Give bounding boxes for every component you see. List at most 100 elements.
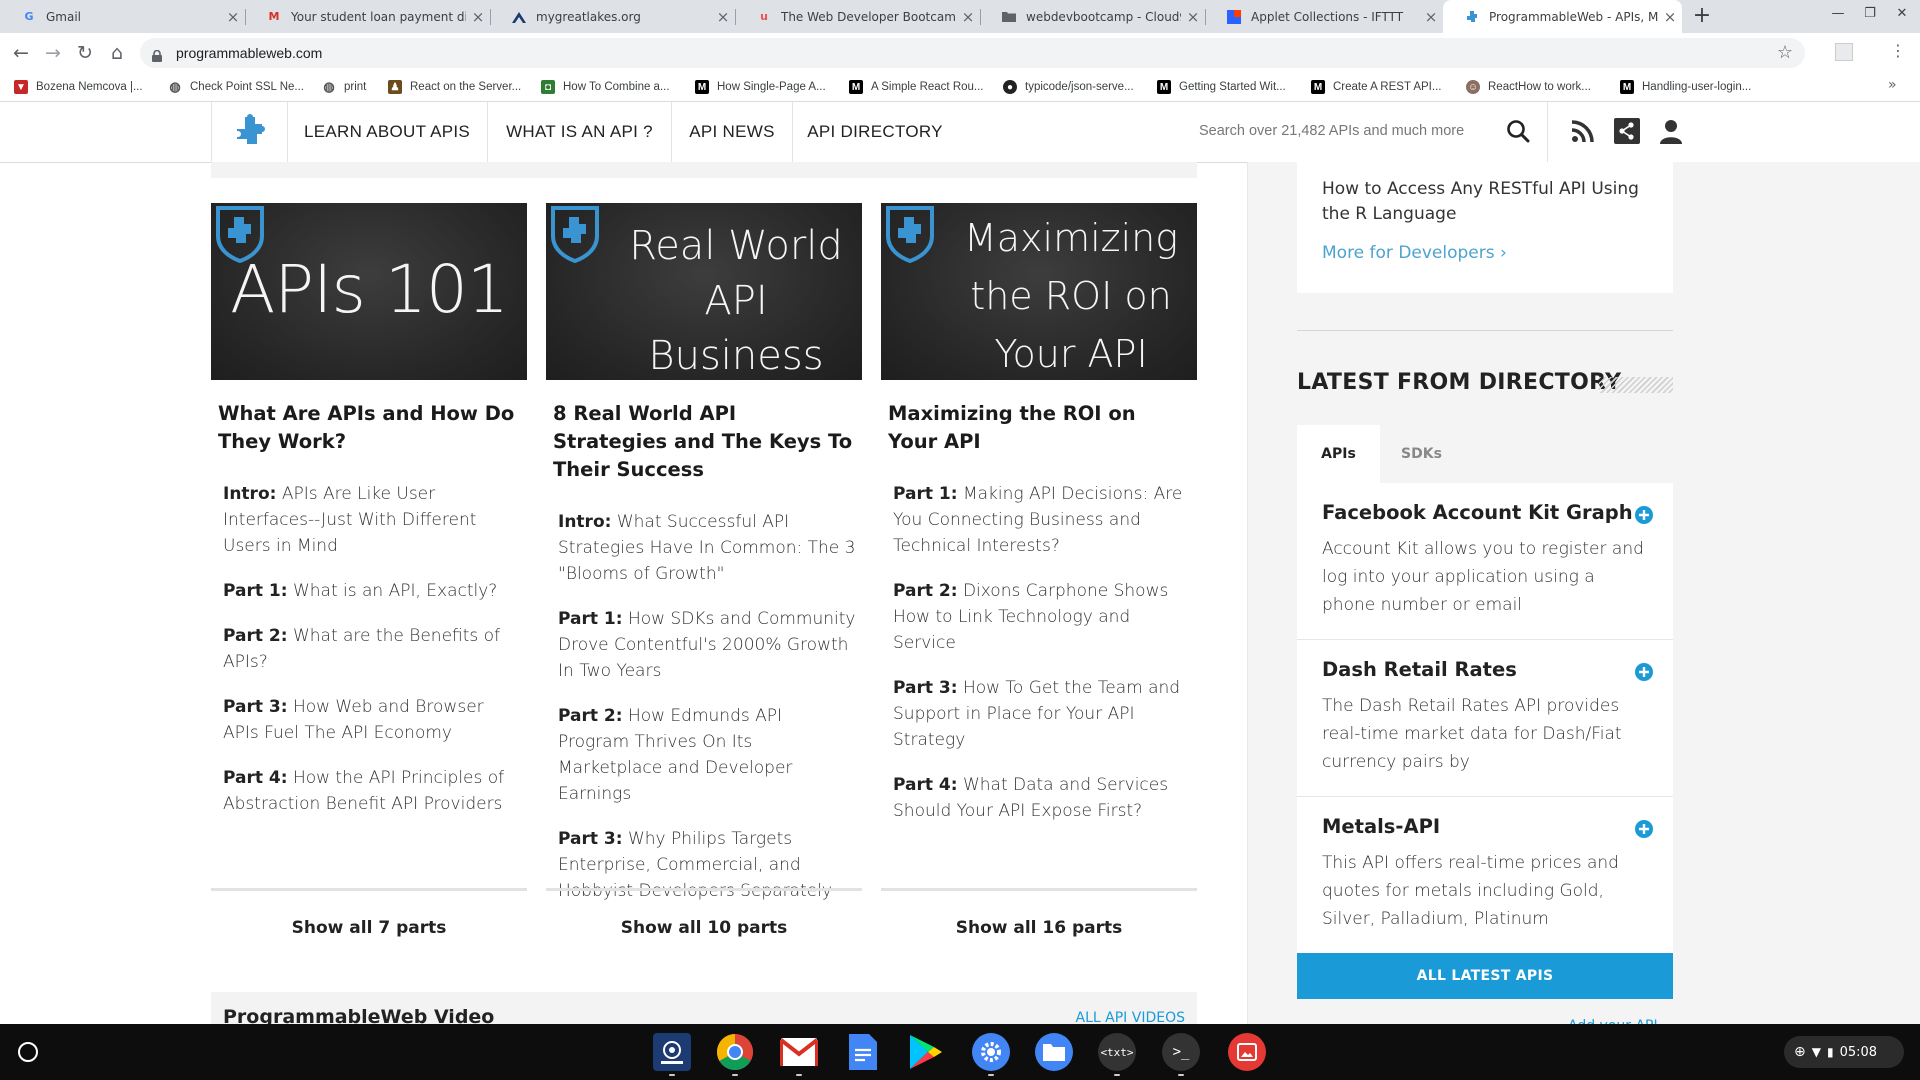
bookmark-item[interactable]: ▼ Bozena Nemcova |...: [14, 79, 143, 95]
tab-gmail[interactable]: G Gmail ×: [0, 0, 245, 33]
tab-student-loan[interactable]: M Your student loan payment didn ×: [245, 0, 490, 33]
part-link[interactable]: Part 3: How Web and Browser APIs Fuel Th…: [223, 694, 523, 746]
more-for-developers-link[interactable]: More for Developers ›: [1322, 243, 1507, 263]
chrome-icon[interactable]: [716, 1033, 754, 1071]
tab-mygreatlakes[interactable]: mygreatlakes.org ×: [490, 0, 735, 33]
close-icon[interactable]: ×: [221, 8, 245, 26]
back-arrow-icon[interactable]: ←: [8, 40, 34, 66]
bookmark-item[interactable]: ◍ Check Point SSL Ne...: [168, 79, 304, 95]
bookmark-item[interactable]: ♟ React on the Server...: [388, 79, 521, 95]
close-icon[interactable]: ×: [711, 8, 735, 26]
tab-udemy[interactable]: u The Web Developer Bootcamp | U ×: [735, 0, 980, 33]
part-link[interactable]: Part 2: What are the Benefits of APIs?: [223, 623, 523, 675]
bookmark-item[interactable]: M Create A REST API...: [1311, 79, 1441, 95]
part-link[interactable]: Part 2: Dixons Carphone Shows How to Lin…: [893, 578, 1193, 656]
site-search-input[interactable]: Search over 21,482 APIs and much more: [1199, 123, 1464, 139]
bookmark-item[interactable]: M How Single-Page A...: [695, 79, 826, 95]
dev-article-link[interactable]: How to Access Any RESTful API Using the …: [1322, 177, 1652, 227]
window-close-icon[interactable]: ✕: [1888, 6, 1916, 21]
address-bar[interactable]: programmableweb.com ☆: [140, 38, 1805, 68]
part-link[interactable]: Part 3: How To Get the Team and Support …: [893, 675, 1193, 753]
add-circle-icon[interactable]: [1634, 819, 1654, 839]
api-name[interactable]: Facebook Account Kit Graph: [1322, 501, 1633, 524]
search-icon[interactable]: [1506, 119, 1530, 143]
bookmark-item[interactable]: M Handling-user-login...: [1620, 79, 1751, 95]
settings-icon[interactable]: [972, 1033, 1010, 1071]
nav-api-news[interactable]: API NEWS: [672, 102, 793, 162]
show-all-parts-button[interactable]: Show all 16 parts: [881, 888, 1197, 939]
api-description: The Dash Retail Rates API provides real-…: [1322, 696, 1622, 772]
all-latest-apis-button[interactable]: ALL LATEST APIS: [1297, 953, 1673, 999]
tab-apis[interactable]: APIs: [1297, 425, 1380, 483]
tab-programmableweb[interactable]: ProgrammableWeb - APIs, Mash ×: [1443, 0, 1682, 33]
part-link[interactable]: Part 2: How Edmunds API Program Thrives …: [558, 703, 858, 807]
part-link[interactable]: Intro: APIs Are Like User Interfaces--Ju…: [223, 481, 523, 559]
more-menu-icon[interactable]: ⋮: [1890, 41, 1906, 60]
bookmark-item[interactable]: ◘ How To Combine a...: [541, 79, 670, 95]
part-link[interactable]: Part 1: How SDKs and Community Drove Con…: [558, 606, 858, 684]
text-editor-icon[interactable]: <txt>: [1098, 1033, 1136, 1071]
ifttt-icon: [1227, 9, 1241, 24]
bookmark-item[interactable]: ● typicode/json-serve...: [1003, 79, 1134, 95]
panasonic-camera-icon[interactable]: [653, 1033, 691, 1071]
forward-arrow-icon[interactable]: →: [40, 40, 66, 66]
part-label: Intro:: [558, 512, 612, 532]
close-icon[interactable]: ×: [956, 8, 980, 26]
bookmark-item[interactable]: ◍ print: [322, 79, 366, 95]
api-name[interactable]: Dash Retail Rates: [1322, 658, 1517, 681]
restore-icon[interactable]: ❐: [1856, 6, 1884, 21]
status-tray[interactable]: ⊕ ▼ ▮ 05:08: [1784, 1036, 1904, 1068]
part-link[interactable]: Part 1: What is an API, Exactly?: [223, 578, 523, 604]
bookmarks-overflow-icon[interactable]: »: [1888, 77, 1897, 93]
files-icon[interactable]: [1035, 1033, 1073, 1071]
play-store-icon[interactable]: [907, 1033, 945, 1071]
user-icon[interactable]: [1658, 118, 1684, 144]
part-link[interactable]: Part 1: Making API Decisions: Are You Co…: [893, 481, 1193, 559]
show-all-parts-button[interactable]: Show all 7 parts: [211, 888, 527, 939]
close-icon[interactable]: ×: [1181, 8, 1205, 26]
card-image-business-models[interactable]: Real World API Business Models!: [546, 203, 862, 380]
share-icon[interactable]: [1614, 118, 1640, 144]
tab-sdks[interactable]: SDKs: [1380, 425, 1463, 483]
add-circle-icon[interactable]: [1634, 662, 1654, 682]
show-all-parts-button[interactable]: Show all 10 parts: [546, 888, 862, 939]
card-image-apis-101[interactable]: APIs 101: [211, 203, 527, 380]
api-name[interactable]: Metals-API: [1322, 815, 1440, 838]
programmableweb-logo[interactable]: [211, 102, 288, 162]
extension-icon[interactable]: [1835, 43, 1853, 61]
tab-cloud9[interactable]: webdevbootcamp - Cloud9 ×: [980, 0, 1205, 33]
tab-ifttt[interactable]: Applet Collections - IFTTT ×: [1205, 0, 1443, 33]
nav-learn-about-apis[interactable]: LEARN ABOUT APIS: [287, 102, 488, 162]
close-icon[interactable]: ×: [1419, 8, 1443, 26]
nav-what-is-an-api[interactable]: WHAT IS AN API ?: [488, 102, 672, 162]
add-circle-icon[interactable]: [1634, 505, 1654, 525]
minimize-icon[interactable]: —: [1824, 6, 1852, 21]
bookmark-item[interactable]: ☺ ReactHow to work...: [1466, 79, 1591, 95]
nav-api-directory[interactable]: API DIRECTORY: [793, 102, 957, 162]
home-icon[interactable]: ⌂: [104, 40, 130, 66]
shield-puzzle-icon: [886, 206, 934, 263]
part-link[interactable]: Intro: What Successful API Strategies Ha…: [558, 509, 858, 587]
part-link[interactable]: Part 4: How the API Principles of Abstra…: [223, 765, 523, 817]
api-list-item[interactable]: Dash Retail Rates The Dash Retail Rates …: [1297, 640, 1673, 797]
launcher-icon[interactable]: [18, 1042, 38, 1062]
part-link[interactable]: Part 4: What Data and Services Should Yo…: [893, 772, 1193, 824]
docs-icon[interactable]: [844, 1033, 882, 1071]
api-list-item[interactable]: Facebook Account Kit Graph Account Kit a…: [1297, 483, 1673, 640]
close-icon[interactable]: ×: [1658, 8, 1682, 26]
bookmark-star-icon[interactable]: ☆: [1777, 42, 1793, 63]
gmail-icon[interactable]: [780, 1033, 818, 1071]
reload-icon[interactable]: ↻: [72, 40, 98, 66]
card-title[interactable]: 8 Real World API Strategies and The Keys…: [553, 400, 855, 484]
gallery-icon[interactable]: [1228, 1033, 1266, 1071]
new-tab-button[interactable]: +: [1690, 4, 1714, 28]
card-title[interactable]: Maximizing the ROI on Your API: [888, 400, 1190, 456]
rss-icon[interactable]: [1570, 118, 1596, 144]
bookmark-item[interactable]: M A Simple React Rou...: [849, 79, 984, 95]
terminal-icon[interactable]: >_: [1162, 1033, 1200, 1071]
card-image-maximizing-roi[interactable]: Maximizing the ROI on Your API: [881, 203, 1197, 380]
card-title[interactable]: What Are APIs and How Do They Work?: [218, 400, 520, 456]
api-list-item[interactable]: Metals-API This API offers real-time pri…: [1297, 797, 1673, 953]
bookmark-item[interactable]: M Getting Started Wit...: [1157, 79, 1286, 95]
close-icon[interactable]: ×: [466, 8, 490, 26]
